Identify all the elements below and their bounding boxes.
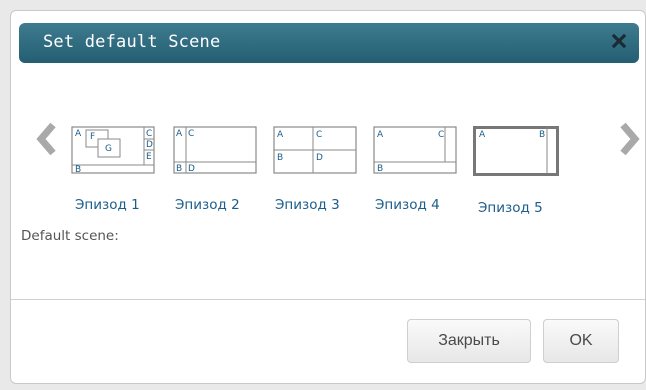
region-label: D <box>188 164 195 174</box>
region-label: G <box>105 144 112 154</box>
region-label: A <box>277 130 284 140</box>
chevron-right-icon[interactable] <box>617 119 643 159</box>
region-label: F <box>90 132 95 142</box>
scene-thumbnail-2[interactable]: A C B D <box>173 126 257 182</box>
region-label: B <box>539 130 545 140</box>
region-label: A <box>75 129 82 139</box>
close-button[interactable]: Закрыть <box>407 319 531 363</box>
footer-divider <box>11 299 645 300</box>
region-label: B <box>176 164 182 174</box>
dialog-title: Set default Scene <box>43 32 221 52</box>
set-default-scene-dialog: Set default Scene A F G C D E B A C B D … <box>10 10 646 384</box>
region-label: C <box>146 129 152 139</box>
region-label: E <box>146 152 152 162</box>
scene-thumbnail-4[interactable]: A C B <box>373 126 457 182</box>
episode-label-3[interactable]: Эпизод 3 <box>275 197 340 213</box>
region-label: A <box>377 130 384 140</box>
region-label: C <box>188 129 194 139</box>
scene-thumbnail-5[interactable]: A B <box>473 126 559 182</box>
chevron-left-icon[interactable] <box>33 119 59 159</box>
region-label: D <box>146 140 153 150</box>
region-label: C <box>316 130 322 140</box>
episode-label-1[interactable]: Эпизод 1 <box>75 197 140 213</box>
scene-thumbnail-1[interactable]: A F G C D E B <box>71 126 155 182</box>
close-icon[interactable] <box>611 33 627 49</box>
default-scene-label: Default scene: <box>21 228 119 244</box>
dialog-titlebar: Set default Scene <box>19 23 639 63</box>
region-label: B <box>75 165 81 175</box>
episode-label-4[interactable]: Эпизод 4 <box>375 197 440 213</box>
region-label: B <box>377 164 383 174</box>
region-label: C <box>438 130 444 140</box>
region-label: A <box>479 130 486 140</box>
episode-label-5[interactable]: Эпизод 5 <box>478 200 543 216</box>
region-label: B <box>277 153 283 163</box>
region-label: A <box>176 129 183 139</box>
ok-button[interactable]: OK <box>543 319 619 363</box>
episode-label-2[interactable]: Эпизод 2 <box>175 197 240 213</box>
region-label: D <box>316 153 323 163</box>
scene-thumbnail-3[interactable]: A C B D <box>273 126 357 182</box>
